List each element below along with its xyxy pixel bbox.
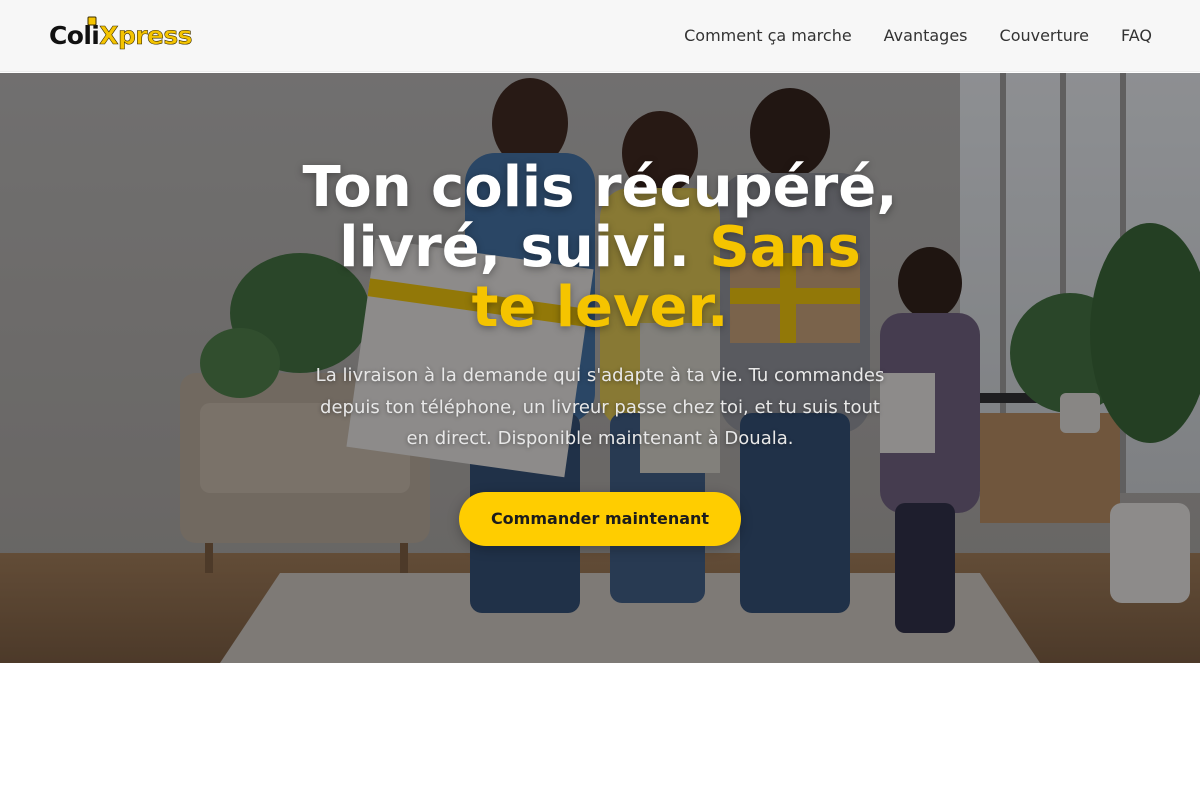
hero-title: Ton colis récupéré, livré, suivi. Sans t… — [300, 158, 900, 338]
logo-text-coli: Coli — [49, 21, 100, 50]
hero-content: Ton colis récupéré, livré, suivi. Sans t… — [0, 73, 1200, 663]
nav-link-couverture[interactable]: Couverture — [1000, 26, 1089, 45]
below-fold-section — [0, 663, 1200, 800]
nav-link-faq[interactable]: FAQ — [1121, 26, 1152, 45]
nav-link-comment-ca-marche[interactable]: Comment ça marche — [684, 26, 852, 45]
logo-text-xpress: Xpress — [99, 21, 193, 50]
main-nav: Comment ça marche Avantages Couverture F… — [684, 26, 1152, 45]
package-pin-icon — [87, 16, 97, 26]
hero-section: Ton colis récupéré, livré, suivi. Sans t… — [0, 73, 1200, 663]
brand-logo[interactable]: Coli Xpress — [49, 16, 193, 50]
site-header: Coli Xpress Comment ça marche Avantages C… — [0, 0, 1200, 72]
nav-link-avantages[interactable]: Avantages — [884, 26, 968, 45]
hero-subtitle: La livraison à la demande qui s'adapte à… — [315, 365, 885, 449]
order-now-button[interactable]: Commander maintenant — [459, 491, 741, 546]
